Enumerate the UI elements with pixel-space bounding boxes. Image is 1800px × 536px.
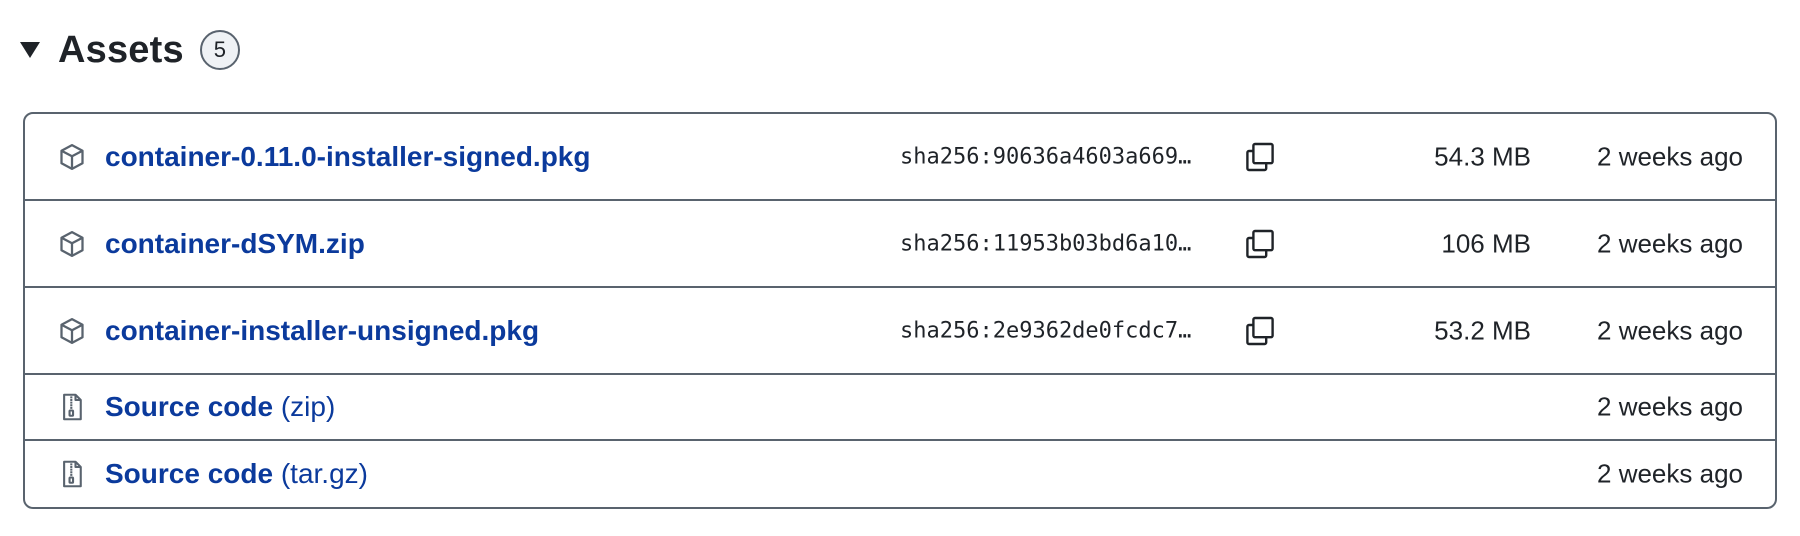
source-date: 2 weeks ago <box>1597 391 1743 422</box>
package-icon <box>57 316 87 346</box>
asset-sha256: sha256:2e9362de0fcdc7… <box>900 318 1192 343</box>
asset-date: 2 weeks ago <box>1597 228 1743 258</box>
copy-icon[interactable] <box>1240 137 1280 177</box>
asset-row: container-dSYM.zip sha256:11953b03bd6a10… <box>25 201 1775 288</box>
source-row: Source code (zip) 2 weeks ago <box>25 375 1775 441</box>
source-date: 2 weeks ago <box>1597 458 1743 489</box>
copy-icon[interactable] <box>1240 311 1280 351</box>
asset-size: 54.3 MB <box>1434 141 1531 171</box>
package-icon <box>57 142 87 172</box>
source-code-format: (tar.gz) <box>280 458 368 489</box>
asset-date: 2 weeks ago <box>1597 315 1743 345</box>
source-code-format: (zip) <box>280 391 336 422</box>
source-row: Source code (tar.gz) 2 weeks ago <box>25 441 1775 507</box>
caret-down-icon[interactable] <box>20 42 40 58</box>
asset-download-link[interactable]: container-0.11.0-installer-signed.pkg <box>105 141 590 173</box>
asset-download-link[interactable]: container-dSYM.zip <box>105 228 365 260</box>
source-code-label: Source code <box>105 391 274 422</box>
file-zip-icon <box>57 392 87 422</box>
assets-title: Assets <box>58 28 184 71</box>
asset-row: container-0.11.0-installer-signed.pkg sh… <box>25 114 1775 201</box>
assets-header[interactable]: Assets 5 <box>20 22 240 78</box>
asset-date: 2 weeks ago <box>1597 141 1743 171</box>
file-zip-icon <box>57 459 87 489</box>
asset-size: 53.2 MB <box>1434 315 1531 345</box>
asset-size: 106 MB <box>1441 228 1531 258</box>
assets-count-badge: 5 <box>199 30 240 70</box>
release-assets-section: Assets 5 container-0.11.0-installer-sign… <box>0 0 1800 536</box>
source-code-zip-link[interactable]: Source code (zip) <box>105 391 335 423</box>
asset-row: container-installer-unsigned.pkg sha256:… <box>25 288 1775 375</box>
source-code-targz-link[interactable]: Source code (tar.gz) <box>105 458 368 490</box>
copy-icon[interactable] <box>1240 224 1280 264</box>
asset-sha256: sha256:90636a4603a669… <box>900 144 1192 169</box>
source-code-label: Source code <box>105 458 274 489</box>
asset-list: container-0.11.0-installer-signed.pkg sh… <box>23 112 1777 509</box>
asset-sha256: sha256:11953b03bd6a10… <box>900 231 1192 256</box>
package-icon <box>57 229 87 259</box>
asset-download-link[interactable]: container-installer-unsigned.pkg <box>105 315 539 347</box>
